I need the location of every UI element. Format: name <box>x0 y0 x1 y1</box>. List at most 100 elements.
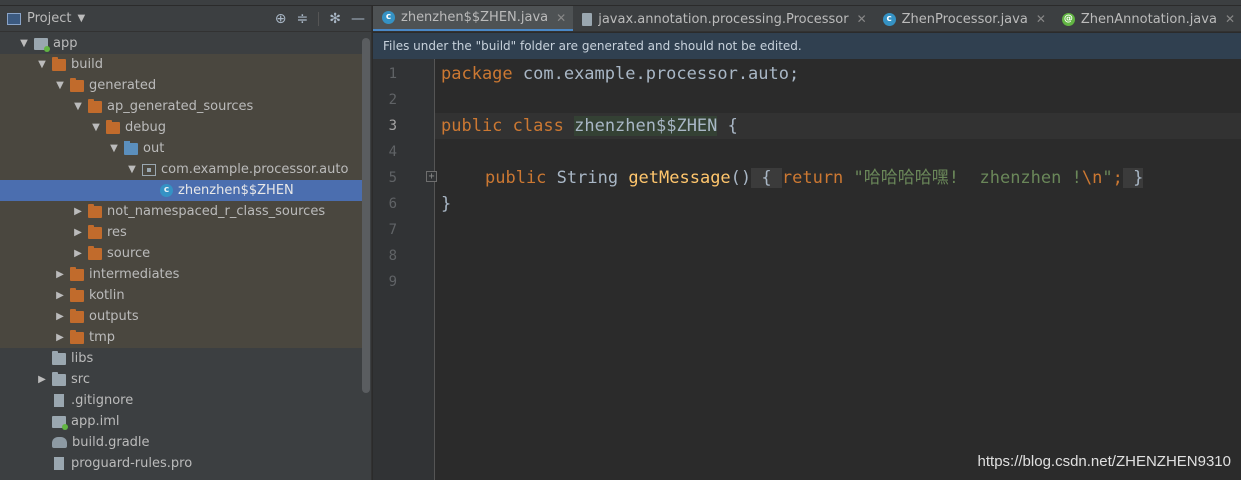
tab-label: ZhenProcessor.java <box>901 11 1028 27</box>
class-icon: c <box>382 11 395 24</box>
banner-text: Files under the "build" folder are gener… <box>383 39 802 53</box>
keyword: package <box>441 64 513 84</box>
tab-zhen-annotation[interactable]: @ ZhenAnnotation.java ✕ <box>1053 6 1241 31</box>
hide-icon[interactable]: — <box>351 11 365 27</box>
module-file-icon <box>52 415 68 430</box>
ide-window: Project ▼ ⊕ ≑ ✻ — ▼ app ▼ build ▼ generated… <box>0 0 1241 480</box>
keyword: public <box>485 168 547 188</box>
tree-item-generated[interactable]: ▼ generated <box>0 75 362 96</box>
tab-zhen-processor[interactable]: c ZhenProcessor.java ✕ <box>874 6 1053 31</box>
close-icon[interactable]: ✕ <box>556 11 566 25</box>
expand-arrow-icon[interactable]: ▶ <box>36 374 48 385</box>
tab-processor[interactable]: javax.annotation.processing.Processor ✕ <box>573 6 873 31</box>
line-number: 9 <box>388 274 397 290</box>
string-literal-end: " <box>1102 168 1113 188</box>
fold-expand-icon[interactable]: + <box>426 171 437 182</box>
tree-item-outputs[interactable]: ▶ outputs <box>0 306 362 327</box>
semicolon: ; <box>1112 168 1123 188</box>
close-icon[interactable]: ✕ <box>1036 12 1046 26</box>
watermark: https://blog.csdn.net/ZHENZHEN9310 <box>977 453 1231 470</box>
expand-arrow-icon[interactable]: ▼ <box>126 164 138 175</box>
expand-arrow-icon[interactable]: ▶ <box>72 206 84 217</box>
expand-arrow-icon[interactable]: ▼ <box>36 59 48 70</box>
tree-item-label: src <box>71 372 90 387</box>
gear-icon[interactable]: ✻ <box>329 11 341 27</box>
tree-item-label: generated <box>89 78 157 93</box>
keyword: public <box>441 116 503 136</box>
tree-item-gitignore[interactable]: .gitignore <box>0 390 362 411</box>
generated-source-folder-icon <box>124 140 138 155</box>
tree-item-label: kotlin <box>89 288 125 303</box>
tab-zhenzhen-java[interactable]: c zhenzhen$$ZHEN.java ✕ <box>373 6 574 31</box>
tree-item-ap-generated-sources[interactable]: ▼ ap_generated_sources <box>0 96 362 117</box>
tree-item-label: build <box>71 57 103 72</box>
tree-item-label: not_namespaced_r_class_sources <box>107 204 326 219</box>
tree-scrollbar[interactable] <box>362 38 370 393</box>
tree-item-label: app <box>53 36 78 51</box>
folder-icon <box>70 77 84 92</box>
keyword: class <box>512 116 564 136</box>
expand-arrow-icon[interactable]: ▶ <box>72 227 84 238</box>
tree-item-build-gradle[interactable]: build.gradle <box>0 432 362 453</box>
class-name: zhenzhen$$ZHEN <box>574 116 718 136</box>
tree-item-source[interactable]: ▶ source <box>0 243 362 264</box>
tree-item-intermediates[interactable]: ▶ intermediates <box>0 264 362 285</box>
class-icon: c <box>882 12 896 26</box>
tree-item-label: outputs <box>89 309 139 324</box>
package-icon <box>142 163 156 176</box>
tree-item-tmp[interactable]: ▶ tmp <box>0 327 362 348</box>
keyword: return <box>781 168 844 188</box>
project-panel-header[interactable]: Project ▼ ⊕ ≑ ✻ — <box>0 6 371 32</box>
close-icon[interactable]: ✕ <box>1225 12 1235 26</box>
tree-item-out[interactable]: ▼ out <box>0 138 362 159</box>
module-folder-icon <box>34 37 50 52</box>
tree-item-zhenzhen-class[interactable]: c zhenzhen$$ZHEN <box>0 180 362 201</box>
expand-arrow-icon[interactable]: ▶ <box>54 290 66 301</box>
tree-item-label: zhenzhen$$ZHEN <box>178 183 294 198</box>
expand-arrow-icon[interactable]: ▶ <box>54 311 66 322</box>
tree-item-app[interactable]: ▼ app <box>0 33 362 54</box>
tree-item-libs[interactable]: libs <box>0 348 362 369</box>
tree-item-not-namespaced[interactable]: ▶ not_namespaced_r_class_sources <box>0 201 362 222</box>
escape-sequence: \n <box>1081 168 1103 188</box>
brace: { <box>717 116 738 136</box>
tab-label: ZhenAnnotation.java <box>1080 11 1217 27</box>
chevron-down-icon[interactable]: ▼ <box>77 13 85 24</box>
parens: () <box>730 168 752 188</box>
tree-item-label: build.gradle <box>72 435 150 450</box>
tab-label: zhenzhen$$ZHEN.java <box>401 10 549 25</box>
folder-icon <box>70 266 84 281</box>
package-name: com.example.processor.auto; <box>512 64 800 84</box>
tree-item-build[interactable]: ▼ build <box>0 54 362 75</box>
folder-icon <box>88 224 102 239</box>
folder-icon <box>52 350 66 365</box>
code-line-1: package com.example.processor.auto; <box>441 61 799 87</box>
line-number: 2 <box>388 92 397 108</box>
expand-arrow-icon[interactable]: ▶ <box>54 269 66 280</box>
string-literal: "哈哈哈哈嘿! zhenzhen ! <box>853 168 1082 188</box>
expand-arrow-icon[interactable]: ▼ <box>54 80 66 91</box>
code-editor[interactable]: 1 2 3 4 5 6 7 8 9 + package com.example.… <box>373 59 1241 480</box>
folded-brace[interactable]: } <box>1122 168 1144 188</box>
expand-arrow-icon[interactable]: ▼ <box>18 38 30 49</box>
tree-item-label: .gitignore <box>71 393 134 408</box>
locate-icon[interactable]: ⊕ <box>275 11 287 27</box>
tree-item-debug[interactable]: ▼ debug <box>0 117 362 138</box>
tree-item-kotlin[interactable]: ▶ kotlin <box>0 285 362 306</box>
expand-arrow-icon[interactable]: ▼ <box>108 143 120 154</box>
tree-item-proguard[interactable]: proguard-rules.pro <box>0 453 362 474</box>
expand-arrow-icon[interactable]: ▶ <box>72 248 84 259</box>
tree-item-res[interactable]: ▶ res <box>0 222 362 243</box>
folded-brace[interactable]: { <box>751 168 782 188</box>
tree-item-src[interactable]: ▶ src <box>0 369 362 390</box>
class-icon: c <box>160 184 173 197</box>
collapse-icon[interactable]: ≑ <box>297 11 309 27</box>
folder-icon <box>52 371 66 386</box>
expand-arrow-icon[interactable]: ▼ <box>72 101 84 112</box>
expand-arrow-icon[interactable]: ▶ <box>54 332 66 343</box>
expand-arrow-icon[interactable]: ▼ <box>90 122 102 133</box>
tree-item-app-iml[interactable]: app.iml <box>0 411 362 432</box>
close-icon[interactable]: ✕ <box>857 12 867 26</box>
tab-label: javax.annotation.processing.Processor <box>598 11 849 27</box>
tree-item-package[interactable]: ▼ com.example.processor.auto <box>0 159 362 180</box>
